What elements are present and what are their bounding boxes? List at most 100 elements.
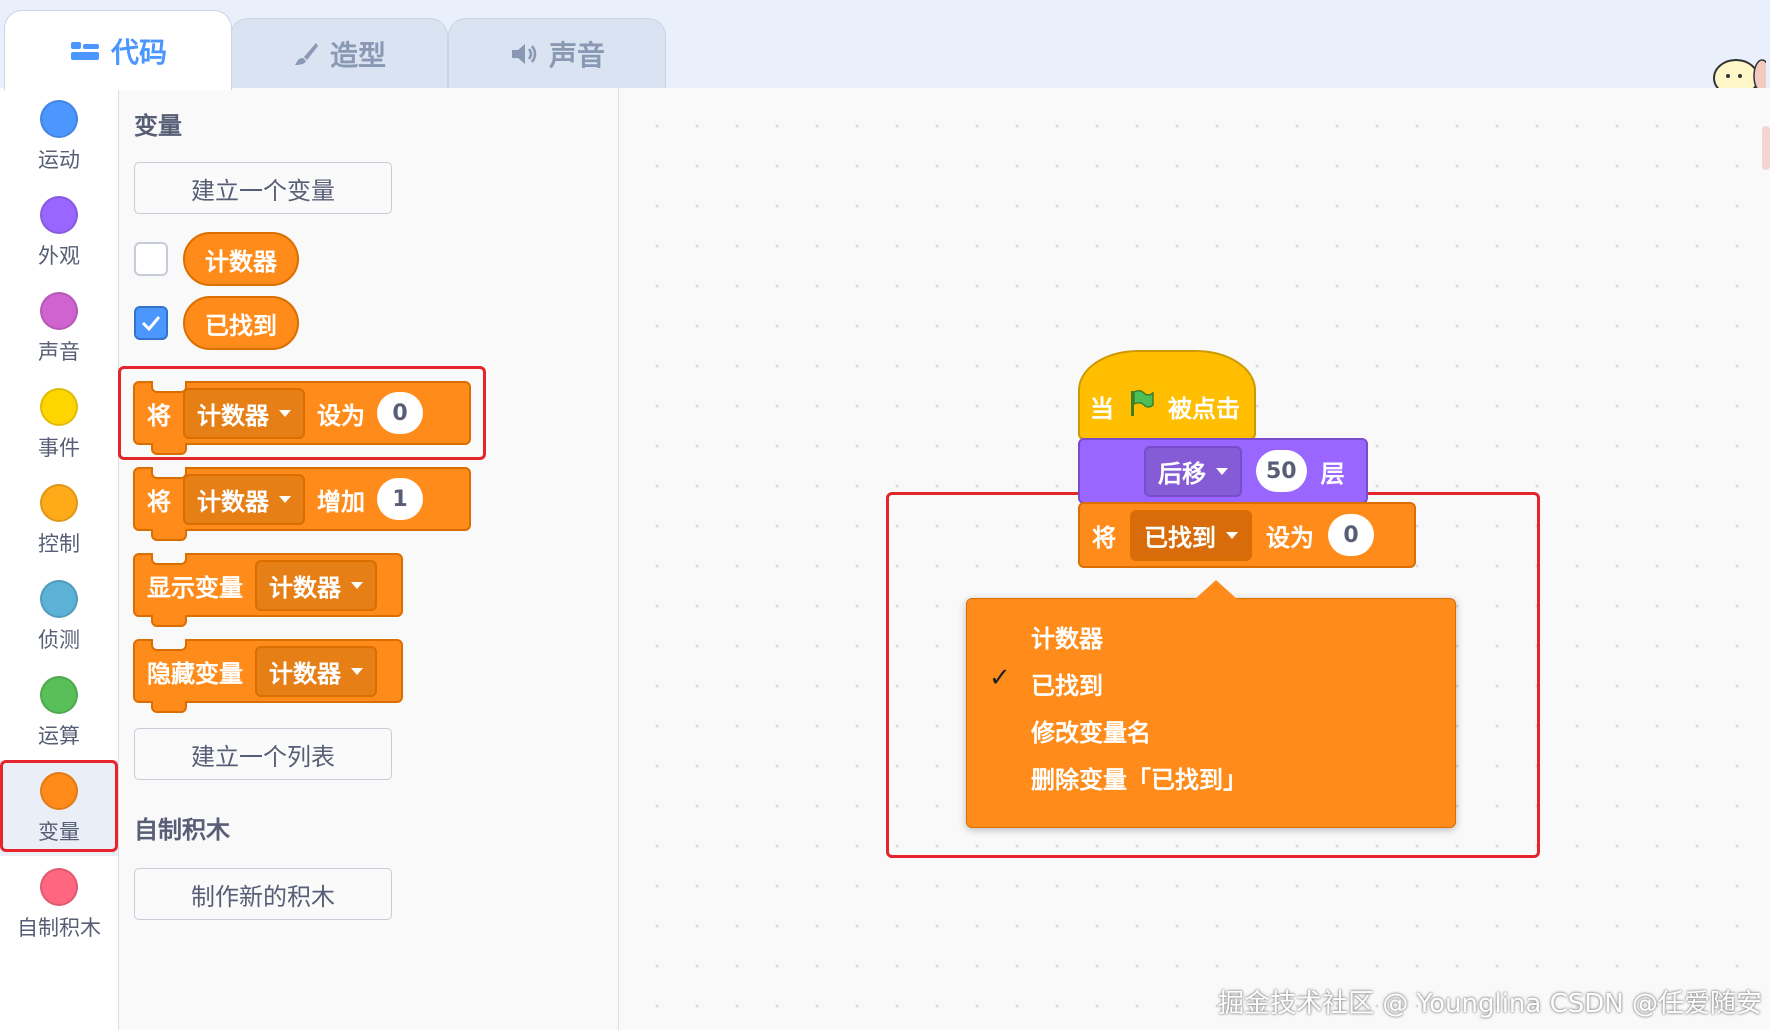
menu-item-found[interactable]: 已找到 bbox=[1031, 666, 1103, 701]
watermark: 掘金技术社区 @ Younglina CSDN @任爱随安 bbox=[1218, 989, 1762, 1019]
hat-prefix: 当 bbox=[1090, 394, 1114, 423]
section-title-variables: 变量 bbox=[134, 112, 182, 140]
category-sensing-dot bbox=[40, 580, 78, 618]
hat-suffix: 被点击 bbox=[1168, 394, 1240, 423]
tab-sounds-label: 声音 bbox=[548, 39, 605, 72]
change-block-prefix: 将 bbox=[147, 487, 171, 516]
variable-dropdown-menu: 计数器 ✓ 已找到 修改变量名 删除变量「已找到」 bbox=[966, 598, 1456, 828]
set-block-middle: 设为 bbox=[317, 401, 365, 430]
script-set-value-input[interactable]: 0 bbox=[1328, 514, 1374, 556]
change-block-value-input[interactable]: 1 bbox=[377, 478, 423, 520]
menu-item-counter[interactable]: 计数器 bbox=[1031, 619, 1103, 654]
chevron-down-icon bbox=[1226, 531, 1238, 539]
category-sound-label: 声音 bbox=[38, 340, 80, 364]
category-events-label: 事件 bbox=[38, 436, 80, 460]
category-control-label: 控制 bbox=[38, 532, 80, 556]
go-back-layers-block[interactable]: 后移 50 层 bbox=[1078, 438, 1368, 504]
green-flag-icon bbox=[1126, 388, 1156, 424]
category-my-blocks[interactable]: 自制积木 bbox=[0, 856, 118, 952]
when-flag-clicked-label: 当 被点击 bbox=[1090, 388, 1240, 424]
category-operators-dot bbox=[40, 676, 78, 714]
change-block-variable-dropdown[interactable]: 计数器 bbox=[183, 473, 305, 525]
tab-costumes[interactable]: 造型 bbox=[230, 18, 448, 89]
set-block-variable: 计数器 bbox=[197, 401, 269, 430]
chevron-down-icon bbox=[351, 581, 363, 589]
category-my-blocks-label: 自制积木 bbox=[17, 916, 101, 940]
layer-count-input[interactable]: 50 bbox=[1256, 450, 1307, 492]
chevron-down-icon bbox=[1216, 467, 1228, 475]
reporter-checkbox-found[interactable] bbox=[134, 306, 168, 340]
set-variable-block[interactable]: 将 计数器 设为 0 bbox=[133, 381, 471, 455]
tab-code-label: 代码 bbox=[110, 35, 167, 69]
category-events[interactable]: 事件 bbox=[0, 376, 118, 472]
category-sensing[interactable]: 侦测 bbox=[0, 568, 118, 664]
set-block-prefix: 将 bbox=[147, 401, 171, 430]
checkmark-icon: ✓ bbox=[989, 663, 1011, 693]
chevron-down-icon bbox=[351, 667, 363, 675]
category-operators[interactable]: 运算 bbox=[0, 664, 118, 760]
category-my-blocks-dot bbox=[40, 868, 78, 906]
category-control-dot bbox=[40, 484, 78, 522]
workspace-scrollbar[interactable] bbox=[1762, 126, 1770, 170]
change-block-variable: 计数器 bbox=[197, 487, 269, 516]
reporter-checkbox-counter[interactable] bbox=[134, 242, 168, 276]
category-sound-dot bbox=[40, 292, 78, 330]
tab-code[interactable]: 代码 bbox=[4, 10, 232, 90]
change-block-middle: 增加 bbox=[317, 487, 365, 516]
set-block-variable-dropdown[interactable]: 计数器 bbox=[183, 387, 305, 439]
make-list-button[interactable]: 建立一个列表 bbox=[134, 728, 392, 780]
hide-variable-block[interactable]: 隐藏变量 计数器 bbox=[133, 639, 403, 713]
dropdown-menu-arrow bbox=[1194, 580, 1238, 600]
show-block-variable-dropdown[interactable]: 计数器 bbox=[255, 559, 377, 611]
set-block-value-input[interactable]: 0 bbox=[377, 392, 423, 434]
tab-sounds[interactable]: 声音 bbox=[448, 18, 666, 89]
category-looks-label: 外观 bbox=[38, 244, 80, 268]
layer-direction: 后移 bbox=[1158, 459, 1206, 488]
block-palette: 变量 建立一个变量 计数器 已找到 将 计数器 设为 0 将 计数器 增加 1 … bbox=[118, 88, 619, 1030]
hide-block-prefix: 隐藏变量 bbox=[147, 659, 243, 688]
section-title-my-blocks: 自制积木 bbox=[134, 816, 230, 844]
category-sidebar: 运动 外观 声音 事件 控制 侦测 运算 变量 自制积木 bbox=[0, 88, 119, 1030]
category-variables-dot bbox=[40, 772, 78, 810]
script-set-variable-dropdown[interactable]: 已找到 bbox=[1130, 509, 1252, 561]
category-looks[interactable]: 外观 bbox=[0, 184, 118, 280]
category-control[interactable]: 控制 bbox=[0, 472, 118, 568]
category-variables-label: 变量 bbox=[38, 820, 80, 844]
reporter-counter[interactable]: 计数器 bbox=[183, 232, 299, 286]
script-set-middle: 设为 bbox=[1266, 523, 1314, 552]
show-variable-block[interactable]: 显示变量 计数器 bbox=[133, 553, 403, 627]
code-icon bbox=[69, 40, 101, 62]
show-block-prefix: 显示变量 bbox=[147, 573, 243, 602]
category-operators-label: 运算 bbox=[38, 724, 80, 748]
script-set-variable: 已找到 bbox=[1144, 523, 1216, 552]
brush-icon bbox=[292, 40, 320, 68]
sprite-peek-icon bbox=[1708, 48, 1770, 97]
category-motion-label: 运动 bbox=[38, 148, 80, 172]
change-variable-block[interactable]: 将 计数器 增加 1 bbox=[133, 467, 471, 541]
reporter-found[interactable]: 已找到 bbox=[183, 296, 299, 350]
script-set-variable-block[interactable]: 将 已找到 设为 0 bbox=[1078, 502, 1416, 568]
editor-tab-bar: 代码 造型 声音 bbox=[0, 0, 1770, 97]
category-motion-dot bbox=[40, 100, 78, 138]
category-variables[interactable]: 变量 bbox=[0, 760, 118, 856]
category-motion[interactable]: 运动 bbox=[0, 88, 118, 184]
layer-suffix: 层 bbox=[1320, 459, 1345, 488]
chevron-down-icon bbox=[279, 495, 291, 503]
category-events-dot bbox=[40, 388, 78, 426]
category-sound[interactable]: 声音 bbox=[0, 280, 118, 376]
show-block-variable: 计数器 bbox=[269, 573, 341, 602]
speaker-icon bbox=[509, 41, 539, 67]
category-sensing-label: 侦测 bbox=[38, 628, 80, 652]
menu-item-delete-variable[interactable]: 删除变量「已找到」 bbox=[1031, 760, 1247, 795]
layer-direction-dropdown[interactable]: 后移 bbox=[1144, 445, 1242, 497]
hide-block-variable: 计数器 bbox=[269, 659, 341, 688]
chevron-down-icon bbox=[279, 409, 291, 417]
tab-costumes-label: 造型 bbox=[329, 39, 386, 72]
make-variable-button[interactable]: 建立一个变量 bbox=[134, 162, 392, 214]
hide-block-variable-dropdown[interactable]: 计数器 bbox=[255, 645, 377, 697]
category-looks-dot bbox=[40, 196, 78, 234]
checkmark-icon bbox=[141, 316, 161, 331]
menu-item-rename-variable[interactable]: 修改变量名 bbox=[1031, 713, 1151, 748]
make-block-button[interactable]: 制作新的积木 bbox=[134, 868, 392, 920]
script-set-prefix: 将 bbox=[1092, 523, 1116, 552]
